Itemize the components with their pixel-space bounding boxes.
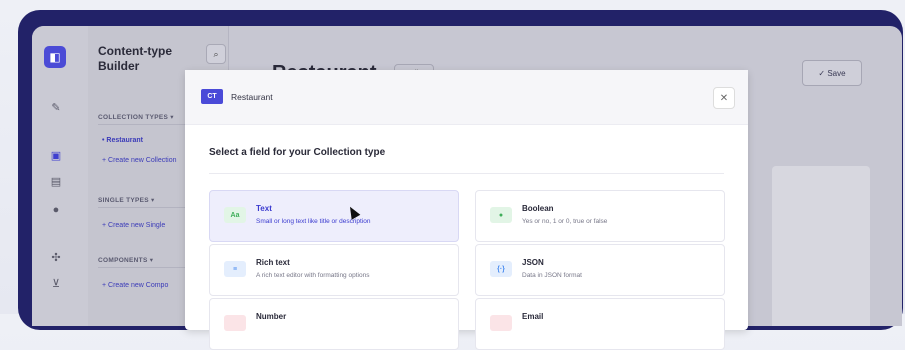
field-option-rich-text[interactable]: ≡ Rich text A rich text editor with form… <box>209 244 459 296</box>
field-option-number[interactable]: Number <box>209 298 459 350</box>
create-collection-link[interactable]: + Create new Collection <box>102 157 177 164</box>
media-icon[interactable]: ▤ <box>50 176 62 188</box>
create-single-link[interactable]: + Create new Single <box>102 222 165 229</box>
create-component-link[interactable]: + Create new Compo <box>102 282 168 289</box>
number-icon <box>224 315 246 331</box>
json-icon: {·} <box>490 261 512 277</box>
section-components[interactable]: COMPONENTS ▾ <box>98 256 153 264</box>
field-name: Boolean <box>522 204 554 213</box>
field-name: Rich text <box>256 258 290 267</box>
section-single-types[interactable]: SINGLE TYPES ▾ <box>98 196 155 204</box>
text-field-icon: Aa <box>224 207 246 223</box>
modal-title: Restaurant <box>231 92 273 102</box>
field-option-boolean[interactable]: ● Boolean Yes or no, 1 or 0, true or fal… <box>475 190 725 242</box>
icon-rail: ◧ ✎ ▣ ▤ ● ✣ ⊻ <box>32 26 89 326</box>
field-desc: Data in JSON format <box>522 272 582 279</box>
logo-icon[interactable]: ◧ <box>44 46 66 68</box>
pencil-icon[interactable]: ✎ <box>50 102 62 114</box>
panel-title: Content-type Builder <box>98 44 172 73</box>
search-icon[interactable]: ⌕ <box>206 44 226 64</box>
modal-header: CT Restaurant ✕ <box>185 70 748 125</box>
modal-subtitle: Select a field for your Collection type <box>209 147 386 158</box>
field-desc: Yes or no, 1 or 0, true or false <box>522 218 608 225</box>
sidebar-item-restaurant[interactable]: • Restaurant <box>102 137 143 144</box>
background-card <box>772 166 870 326</box>
field-option-json[interactable]: {·} JSON Data in JSON format <box>475 244 725 296</box>
field-name: Number <box>256 312 287 321</box>
rich-text-icon: ≡ <box>224 261 246 277</box>
field-desc: A rich text editor with formatting optio… <box>256 272 370 279</box>
field-option-email[interactable]: Email <box>475 298 725 350</box>
field-name: Text <box>256 204 272 213</box>
info-icon[interactable]: ● <box>50 204 62 216</box>
divider <box>209 173 724 174</box>
field-picker-modal: CT Restaurant ✕ Select a field for your … <box>185 70 748 350</box>
collection-type-badge: CT <box>201 89 223 104</box>
save-button[interactable]: ✓ Save <box>802 60 862 86</box>
field-name: JSON <box>522 258 544 267</box>
email-icon <box>490 315 512 331</box>
section-collection-types[interactable]: COLLECTION TYPES ▾ <box>98 113 174 121</box>
field-name: Email <box>522 312 544 321</box>
content-builder-icon[interactable]: ▣ <box>50 150 62 162</box>
close-icon[interactable]: ✕ <box>713 87 735 109</box>
field-option-text[interactable]: Aa Text Small or long text like title or… <box>209 190 459 242</box>
toggle-icon: ● <box>490 207 512 223</box>
marketplace-icon[interactable]: ⊻ <box>50 278 62 290</box>
field-desc: Small or long text like title or descrip… <box>256 218 371 225</box>
plugin-icon[interactable]: ✣ <box>50 252 62 264</box>
